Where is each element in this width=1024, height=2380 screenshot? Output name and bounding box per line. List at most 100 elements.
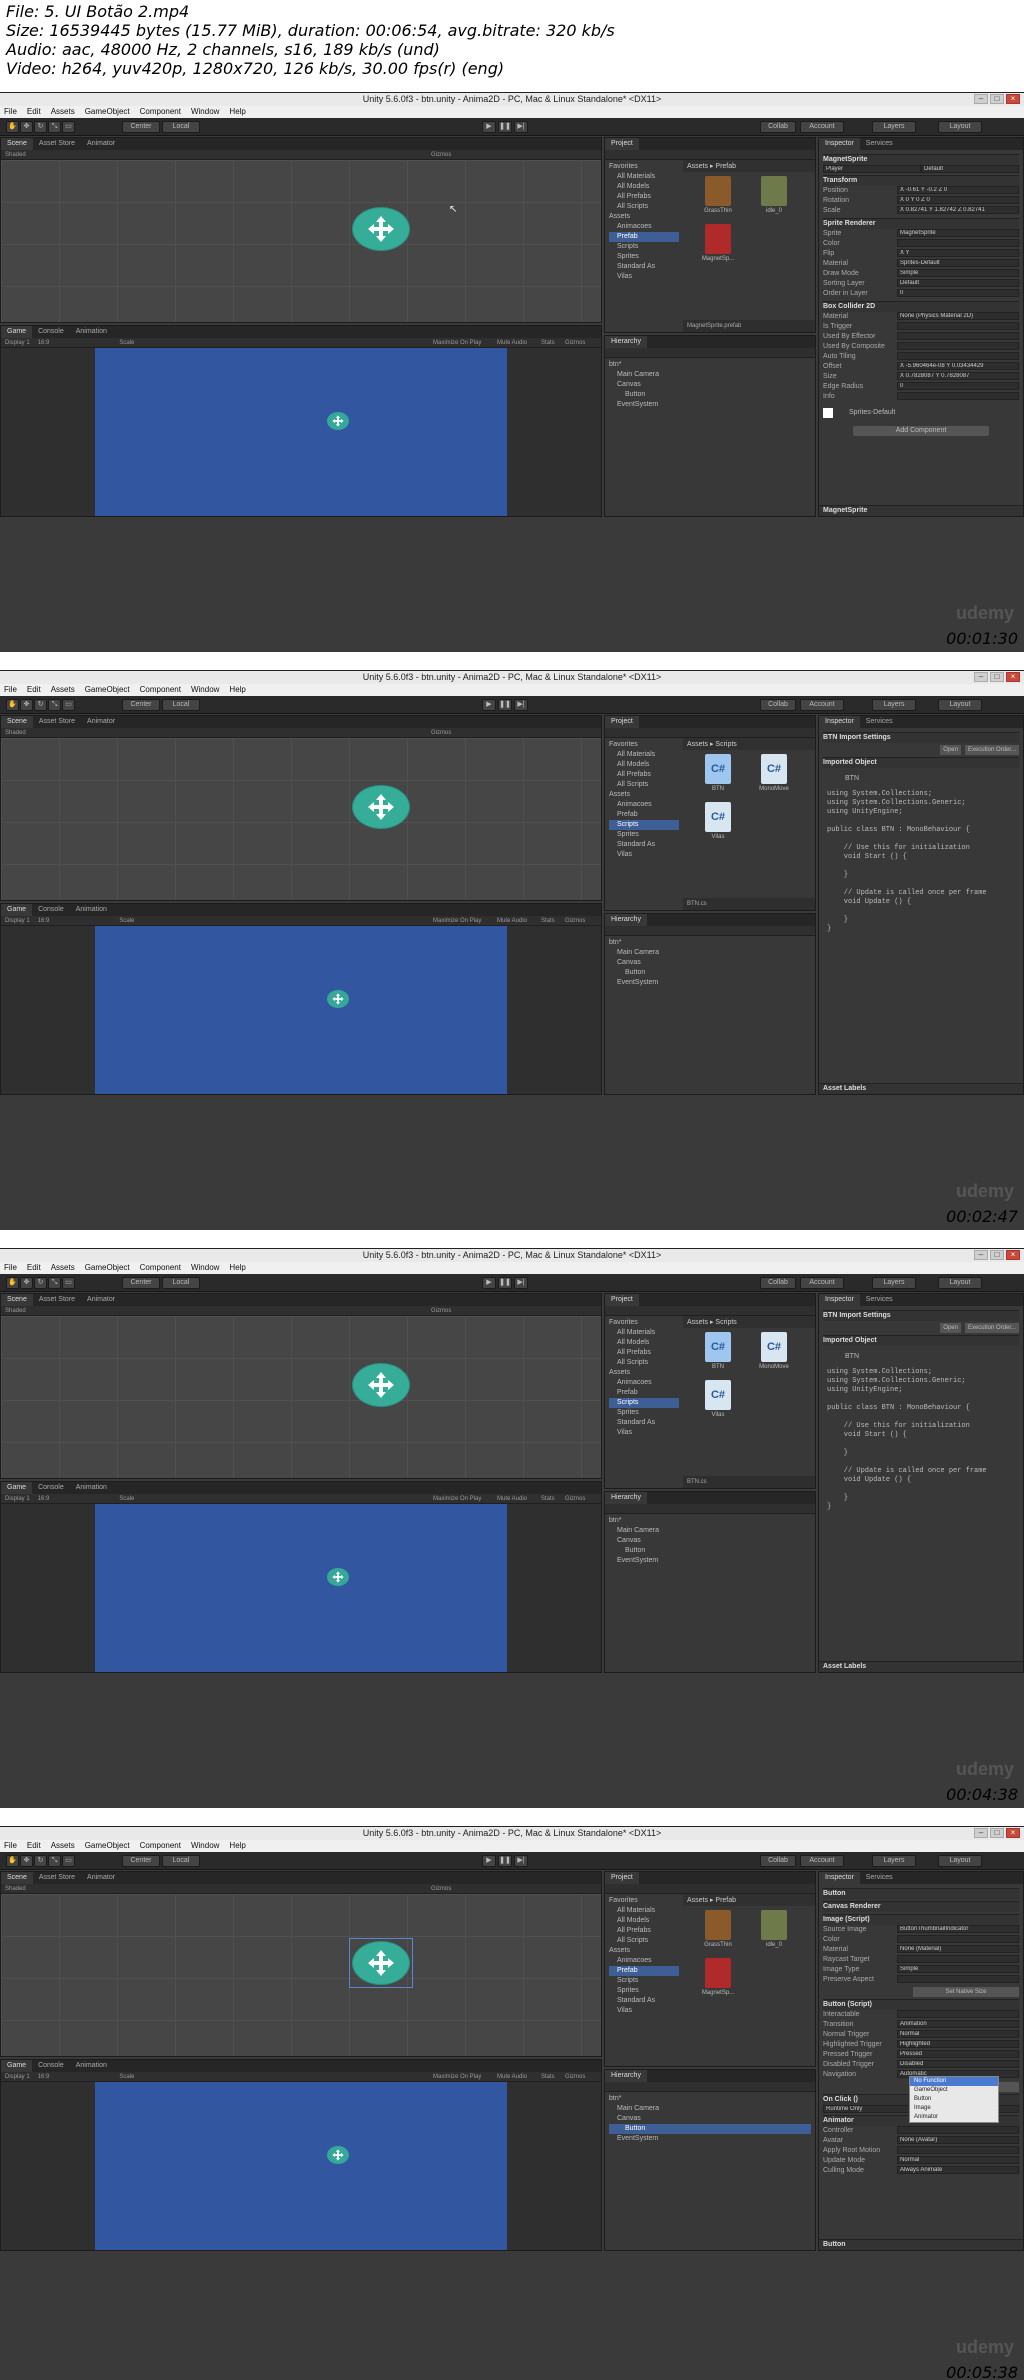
play-button[interactable]: ▶ [482, 1855, 496, 1867]
property-field[interactable]: X 0.7828087 Y 0.7828087 [897, 372, 1019, 380]
menu-item-window[interactable]: Window [191, 684, 219, 696]
tab-scene[interactable]: Scene [1, 138, 33, 150]
hierarchy-item[interactable]: Button [609, 2124, 811, 2134]
project-tree-item[interactable]: Assets [609, 1368, 679, 1378]
project-tree-item[interactable]: Scripts [609, 1976, 679, 1986]
minimize-button[interactable]: – [974, 1828, 988, 1838]
project-tree-item[interactable]: Prefab [609, 1388, 679, 1398]
hand-tool-button[interactable]: ✋ [6, 121, 19, 133]
hierarchy-item[interactable]: EventSystem [609, 2134, 811, 2144]
dropdown-option[interactable]: Image [910, 2104, 998, 2113]
move-tool-button[interactable]: ✥ [20, 1855, 33, 1867]
project-tree-item[interactable]: Animacoes [609, 1378, 679, 1388]
tab-scene[interactable]: Scene [1, 1872, 33, 1884]
step-button[interactable]: ▶| [514, 1277, 528, 1289]
menu-item-window[interactable]: Window [191, 106, 219, 118]
menu-item-gameobject[interactable]: GameObject [85, 106, 130, 118]
component-header[interactable]: Transform [823, 175, 1019, 186]
scale-tool-button[interactable]: ⤡ [48, 121, 61, 133]
property-field[interactable]: Normal [897, 2030, 1019, 2038]
project-tree-item[interactable]: All Prefabs [609, 1348, 679, 1358]
aspect-dropdown[interactable]: 16:9 [38, 918, 50, 924]
menu-item-help[interactable]: Help [229, 1262, 245, 1274]
asset-item[interactable]: C# Vilas [699, 1380, 737, 1418]
menu-item-edit[interactable]: Edit [27, 1262, 41, 1274]
shading-mode-dropdown[interactable]: Shaded [5, 1886, 26, 1892]
tab-inspector[interactable]: Inspector [819, 716, 860, 728]
move-tool-button[interactable]: ✥ [20, 699, 33, 711]
component-header[interactable]: Button (Script) [823, 1999, 1019, 2010]
tab-console[interactable]: Console [32, 904, 70, 916]
maximize-on-play-toggle[interactable]: Maximize On Play [433, 2072, 481, 2082]
property-field[interactable]: ButtonThumbnailIndicator [897, 1925, 1019, 1933]
project-tree-item[interactable]: Animacoes [609, 222, 679, 232]
tab-asset-store[interactable]: Asset Store [33, 1294, 81, 1306]
display-dropdown[interactable]: Display 1 [5, 2074, 30, 2080]
project-tree-item[interactable]: All Prefabs [609, 1926, 679, 1936]
property-field[interactable]: Simple [897, 269, 1019, 277]
account-button[interactable]: Account [800, 1855, 844, 1867]
collab-button[interactable]: Collab [760, 121, 796, 133]
tab-animator[interactable]: Animator [81, 138, 121, 150]
project-tree-item[interactable]: Favorites [609, 740, 679, 750]
menu-item-gameobject[interactable]: GameObject [85, 1840, 130, 1852]
tab-game[interactable]: Game [1, 1482, 33, 1494]
menu-item-window[interactable]: Window [191, 1840, 219, 1852]
project-tree-item[interactable]: Vilas [609, 2006, 679, 2016]
project-tree-item[interactable]: Sprites [609, 1986, 679, 1996]
pivot-local-toggle[interactable]: Local [162, 699, 200, 711]
layers-dropdown[interactable]: Layers [872, 1855, 916, 1867]
menu-item-help[interactable]: Help [229, 106, 245, 118]
project-tree-item[interactable]: Prefab [609, 810, 679, 820]
scene-gizmos-dropdown[interactable]: Gizmos [431, 1306, 451, 1316]
menu-item-component[interactable]: Component [140, 684, 181, 696]
asset-item[interactable]: idle_0 [755, 1910, 793, 1948]
maximize-button[interactable]: □ [990, 1250, 1004, 1260]
maximize-button[interactable]: □ [990, 94, 1004, 104]
component-header[interactable]: Box Collider 2D [823, 301, 1019, 312]
asset-item[interactable]: idle_0 [755, 176, 793, 214]
display-dropdown[interactable]: Display 1 [5, 918, 30, 924]
property-field[interactable]: X -5.960464e-08 Y 0.03434429 [897, 362, 1019, 370]
project-tree-item[interactable]: Standard As [609, 1418, 679, 1428]
game-gizmos-dropdown[interactable]: Gizmos [565, 2072, 585, 2082]
component-header[interactable]: Canvas Renderer [823, 1901, 1019, 1912]
hand-tool-button[interactable]: ✋ [6, 699, 19, 711]
tag-dropdown[interactable]: Player [823, 165, 921, 173]
ui-button[interactable] [327, 412, 349, 430]
scene-view[interactable] [1, 1316, 601, 1478]
project-tree-item[interactable]: Sprites [609, 1408, 679, 1418]
menu-item-gameobject[interactable]: GameObject [85, 684, 130, 696]
project-tree-item[interactable]: All Scripts [609, 780, 679, 790]
menu-item-component[interactable]: Component [140, 1840, 181, 1852]
project-tree-item[interactable]: Favorites [609, 162, 679, 172]
hierarchy-item[interactable]: Button [609, 390, 811, 400]
step-button[interactable]: ▶| [514, 1855, 528, 1867]
tab-animation[interactable]: Animation [70, 904, 113, 916]
tab-hierarchy[interactable]: Hierarchy [605, 914, 647, 926]
property-field[interactable]: Highlighted [897, 2040, 1019, 2048]
minimize-button[interactable]: – [974, 1250, 988, 1260]
menu-item-window[interactable]: Window [191, 1262, 219, 1274]
close-button[interactable]: × [1006, 1828, 1020, 1838]
dropdown-option[interactable]: No Function [910, 2077, 998, 2086]
project-tree-item[interactable]: Favorites [609, 1896, 679, 1906]
game-gizmos-dropdown[interactable]: Gizmos [565, 916, 585, 926]
tab-scene[interactable]: Scene [1, 1294, 33, 1306]
account-button[interactable]: Account [800, 121, 844, 133]
project-tree-item[interactable]: All Materials [609, 172, 679, 182]
mute-audio-toggle[interactable]: Mute Audio [497, 916, 527, 926]
project-tree-item[interactable]: All Prefabs [609, 770, 679, 780]
project-tree-item[interactable]: Animacoes [609, 1956, 679, 1966]
layers-dropdown[interactable]: Layers [872, 1277, 916, 1289]
property-field[interactable] [897, 2010, 1019, 2018]
open-button[interactable]: Open [940, 745, 961, 755]
scale-tool-button[interactable]: ⤡ [48, 1277, 61, 1289]
display-dropdown[interactable]: Display 1 [5, 340, 30, 346]
asset-item[interactable]: C# Vilas [699, 802, 737, 840]
aspect-dropdown[interactable]: 16:9 [38, 2074, 50, 2080]
hierarchy-item[interactable]: Canvas [609, 380, 811, 390]
property-field[interactable] [897, 2126, 1019, 2134]
shading-mode-dropdown[interactable]: Shaded [5, 730, 26, 736]
property-field[interactable]: Animation [897, 2020, 1019, 2028]
